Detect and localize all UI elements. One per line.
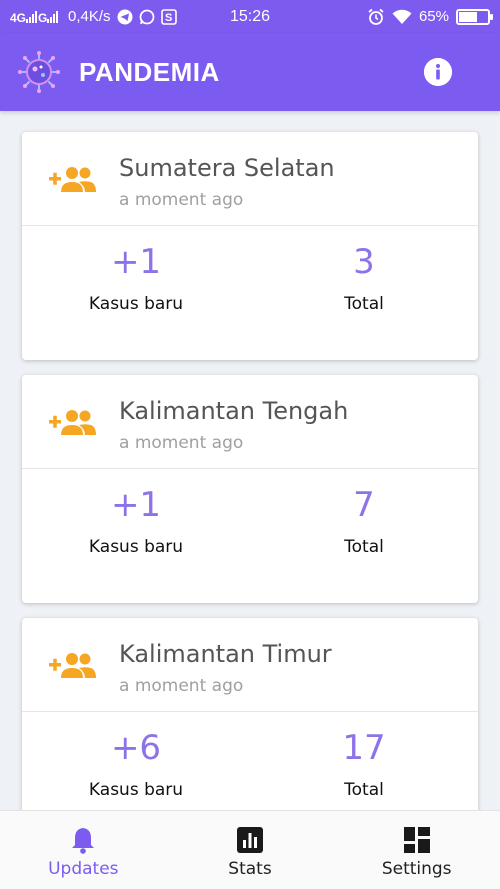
nav-stats[interactable]: Stats: [167, 811, 334, 889]
network-speed: 0,4K/s: [68, 8, 111, 25]
region-title: Kalimantan Tengah: [119, 397, 349, 425]
svg-text:G: G: [38, 11, 47, 24]
battery-level: [459, 11, 478, 22]
update-time: a moment ago: [119, 190, 244, 210]
app-title: PANDEMIA: [79, 56, 220, 87]
card-stats: +6 Kasus baru 17 Total: [22, 712, 478, 810]
new-cases-label: Kasus baru: [88, 537, 184, 557]
new-cases-stat: +1 Kasus baru: [56, 485, 216, 557]
card-stats: +1 Kasus baru 7 Total: [22, 469, 478, 602]
total-cases-value: 7: [353, 485, 375, 525]
new-cases-label: Kasus baru: [88, 780, 184, 800]
app-bar: PANDEMIA: [0, 33, 500, 111]
case-card[interactable]: Kalimantan Tengah a moment ago +1 Kasus …: [22, 375, 478, 603]
total-cases-value: 3: [353, 242, 375, 282]
nav-updates[interactable]: Updates: [0, 811, 167, 889]
virus-logo-icon: [18, 51, 60, 93]
new-cases-value: +6: [110, 728, 162, 768]
total-cases-value: 17: [342, 728, 386, 768]
telegram-icon: [117, 9, 133, 25]
add-group-icon: [49, 167, 96, 192]
nav-settings[interactable]: Settings: [333, 811, 500, 889]
new-cases-value: +1: [110, 485, 162, 525]
battery-icon: [456, 8, 493, 25]
total-cases-label: Total: [344, 537, 384, 557]
new-cases-stat: +1 Kasus baru: [56, 242, 216, 314]
bottom-nav: Updates Stats Settings: [0, 810, 500, 889]
bar-chart-icon: [235, 825, 265, 855]
region-title: Kalimantan Timur: [119, 640, 332, 668]
card-header: Sumatera Selatan a moment ago: [22, 132, 478, 226]
update-time: a moment ago: [119, 676, 244, 696]
total-cases-stat: 7 Total: [284, 485, 444, 557]
info-icon: [424, 58, 452, 86]
signal-icon: 4G G: [10, 10, 62, 24]
new-cases-value: +1: [110, 242, 162, 282]
nav-settings-label: Settings: [381, 859, 452, 879]
add-group-icon: [49, 653, 96, 678]
updates-list[interactable]: Sumatera Selatan a moment ago +1 Kasus b…: [0, 111, 500, 810]
dashboard-icon: [402, 825, 432, 855]
whatsapp-icon: [139, 9, 155, 25]
card-stats: +1 Kasus baru 3 Total: [22, 226, 478, 359]
status-bar: 4G G 0,4K/s S 15:26 65%: [0, 0, 500, 33]
case-card[interactable]: Kalimantan Timur a moment ago +6 Kasus b…: [22, 618, 478, 810]
total-cases-label: Total: [344, 294, 384, 314]
info-button[interactable]: [424, 58, 452, 86]
card-header: Kalimantan Timur a moment ago: [22, 618, 478, 712]
status-right: 65%: [367, 8, 493, 26]
update-time: a moment ago: [119, 433, 244, 453]
svg-text:S: S: [165, 12, 172, 24]
alarm-icon: [367, 8, 385, 26]
nav-updates-label: Updates: [48, 859, 119, 879]
status-left: 4G G 0,4K/s S: [10, 8, 177, 25]
card-header: Kalimantan Tengah a moment ago: [22, 375, 478, 469]
bell-icon: [68, 825, 98, 855]
new-cases-stat: +6 Kasus baru: [56, 728, 216, 800]
nav-stats-label: Stats: [228, 859, 272, 879]
total-cases-label: Total: [344, 780, 384, 800]
app-notification-icon: S: [160, 8, 177, 25]
add-group-icon: [49, 410, 96, 435]
svg-text:4G: 4G: [10, 11, 26, 24]
new-cases-label: Kasus baru: [88, 294, 184, 314]
battery-percent: 65%: [418, 8, 449, 25]
case-card[interactable]: Sumatera Selatan a moment ago +1 Kasus b…: [22, 132, 478, 360]
wifi-icon: [392, 9, 412, 25]
total-cases-stat: 3 Total: [284, 242, 444, 314]
total-cases-stat: 17 Total: [284, 728, 444, 800]
region-title: Sumatera Selatan: [119, 154, 335, 182]
